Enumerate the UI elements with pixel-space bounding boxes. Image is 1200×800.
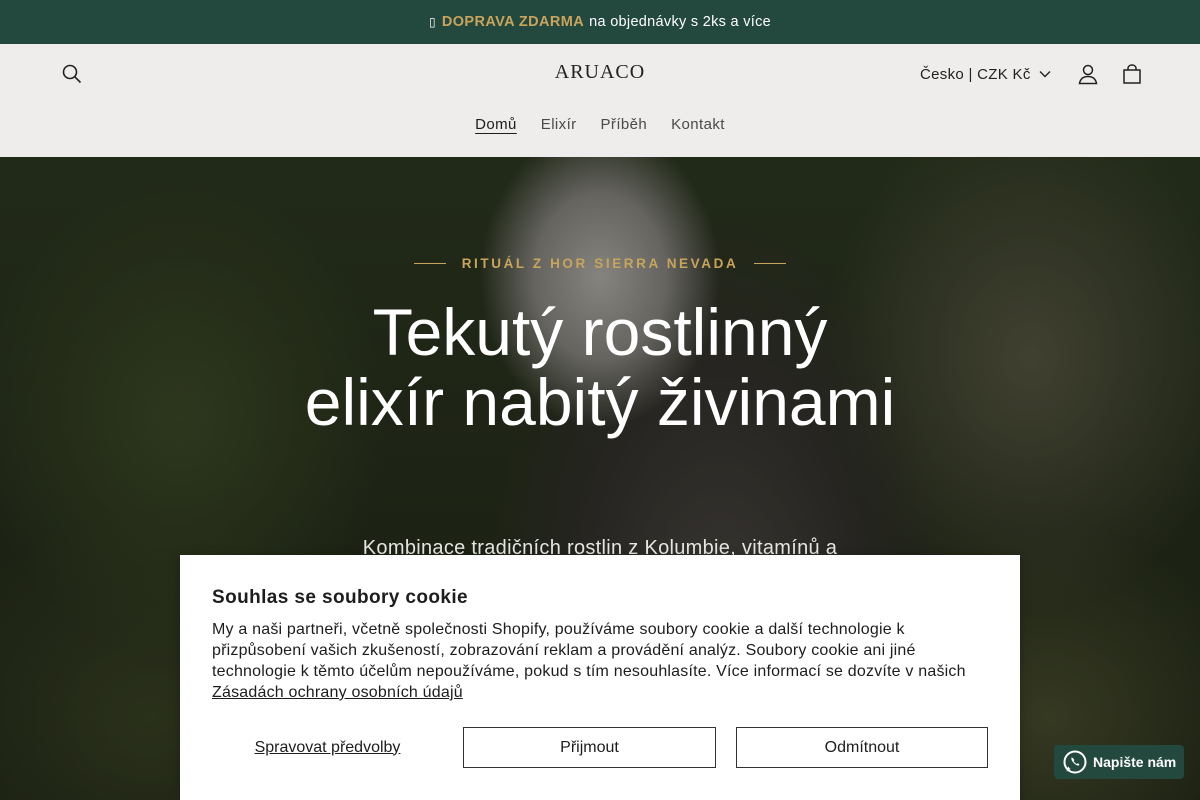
announcement-icon: ▯ bbox=[428, 15, 436, 29]
cookie-description: My a naši partneři, včetně společnosti S… bbox=[212, 619, 988, 703]
account-button[interactable] bbox=[1066, 52, 1110, 96]
search-button[interactable] bbox=[50, 52, 94, 96]
nav-item-contact[interactable]: Kontakt bbox=[671, 116, 725, 133]
manage-preferences-button[interactable]: Spravovat předvolby bbox=[212, 727, 443, 768]
decline-button[interactable]: Odmítnout bbox=[736, 727, 988, 768]
announcement-text: na objednávky s 2ks a více bbox=[589, 14, 772, 30]
locale-label: Česko | CZK Kč bbox=[920, 65, 1031, 83]
cookie-text: My a naši partneři, včetně společnosti S… bbox=[212, 621, 966, 680]
cart-icon bbox=[1123, 64, 1141, 84]
eyebrow-divider-right bbox=[754, 263, 787, 264]
cookie-title: Souhlas se soubory cookie bbox=[212, 587, 469, 608]
announcement-highlight: DOPRAVA ZDARMA bbox=[441, 14, 585, 30]
search-icon bbox=[62, 64, 82, 84]
whatsapp-chat-button[interactable]: Napište nám bbox=[1054, 745, 1184, 779]
site-header: ARUACO Česko | CZK Kč Domů Elixír Příběh… bbox=[0, 44, 1200, 157]
announcement-bar: ▯ DOPRAVA ZDARMA na objednávky s 2ks a v… bbox=[0, 0, 1200, 44]
hero-eyebrow: RITUÁL Z HOR SIERRA NEVADA bbox=[0, 256, 1200, 271]
nav-item-home[interactable]: Domů bbox=[475, 116, 517, 133]
chat-label: Napište nám bbox=[1093, 754, 1177, 770]
hero-title: Tekutý rostlinný elixír nabitý živinami bbox=[304, 295, 896, 439]
country-currency-selector[interactable]: Česko | CZK Kč bbox=[920, 62, 1051, 86]
accept-button[interactable]: Přijmout bbox=[463, 727, 716, 768]
chevron-down-icon bbox=[1039, 71, 1051, 78]
whatsapp-icon bbox=[1063, 750, 1087, 774]
privacy-policy-link[interactable]: Zásadách ochrany osobních údajů bbox=[212, 684, 463, 701]
nav-item-elixir[interactable]: Elixír bbox=[541, 116, 577, 133]
account-icon bbox=[1078, 64, 1098, 85]
main-navigation: Domů Elixír Příběh Kontakt bbox=[0, 116, 1200, 133]
nav-item-story[interactable]: Příběh bbox=[601, 116, 648, 133]
brand-logo[interactable]: ARUACO bbox=[500, 61, 700, 84]
hero-eyebrow-text: RITUÁL Z HOR SIERRA NEVADA bbox=[461, 256, 739, 271]
cookie-consent-dialog: Souhlas se soubory cookie My a naši part… bbox=[180, 555, 1020, 800]
cart-button[interactable] bbox=[1110, 52, 1154, 96]
cookie-actions: Spravovat předvolby Přijmout Odmítnout bbox=[212, 727, 988, 768]
eyebrow-divider-left bbox=[413, 263, 446, 264]
